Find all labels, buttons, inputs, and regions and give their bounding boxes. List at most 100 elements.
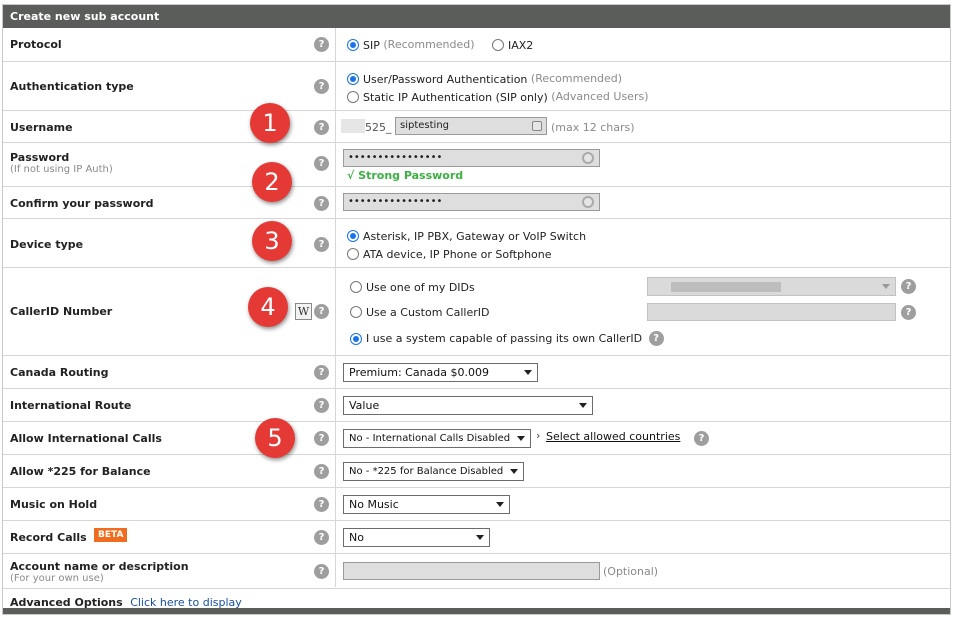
blurred-prefix — [341, 119, 365, 133]
radio-did[interactable] — [350, 281, 362, 293]
custom-callerid-input[interactable] — [647, 303, 896, 321]
confirm-password-label: Confirm your password — [10, 197, 154, 210]
international-route-select[interactable]: Value — [343, 396, 593, 415]
record-calls-select[interactable]: No — [343, 528, 490, 547]
account-name-label: Account name or description (For your ow… — [10, 560, 189, 584]
password-strength: √ Strong Password — [347, 169, 464, 182]
annotation-badge-2: 2 — [252, 162, 292, 202]
password-sublabel: (If not using IP Auth) — [10, 164, 113, 175]
did-help-icon[interactable]: ? — [901, 279, 916, 294]
confirm-password-help-icon[interactable]: ? — [314, 196, 329, 211]
chevron-down-icon — [496, 502, 504, 507]
international-route-help-icon[interactable]: ? — [314, 398, 329, 413]
account-name-help-icon[interactable]: ? — [314, 564, 329, 579]
music-on-hold-label: Music on Hold — [10, 498, 98, 511]
chevron-down-icon — [517, 436, 525, 441]
callerid-option-system[interactable]: I use a system capable of passing its ow… — [350, 331, 664, 346]
row-canada-routing: Canada Routing ? Premium: Canada $0.009 — [3, 356, 950, 389]
protocol-option-iax2[interactable]: IAX2 — [492, 38, 533, 52]
account-name-input[interactable] — [343, 562, 600, 580]
device-option-ata[interactable]: ATA device, IP Phone or Softphone — [347, 247, 552, 261]
row-callerid: CallerID Number W ? Use one of my DIDs ?… — [3, 268, 950, 356]
chevron-down-icon — [882, 284, 890, 289]
device-option-pbx[interactable]: Asterisk, IP PBX, Gateway or VoIP Switch — [347, 229, 586, 243]
radio-iax2[interactable] — [492, 39, 504, 51]
allow-225-select[interactable]: No - *225 for Balance Disabled — [343, 462, 524, 481]
row-password: Password (If not using IP Auth) ? ••••••… — [3, 143, 950, 187]
allow-225-label: Allow *225 for Balance — [10, 465, 151, 478]
radio-static-ip[interactable] — [347, 91, 359, 103]
chevron-down-icon — [579, 403, 587, 408]
auth-type-label: Authentication type — [10, 80, 134, 93]
radio-custom[interactable] — [350, 306, 362, 318]
allow-225-help-icon[interactable]: ? — [314, 464, 329, 479]
password-label: Password (If not using IP Auth) — [10, 151, 113, 175]
callerid-option-did[interactable]: Use one of my DIDs — [350, 280, 475, 294]
sub-account-form: Create new sub account Protocol ? SIP (R… — [2, 4, 951, 615]
password-help-icon[interactable]: ? — [314, 156, 329, 171]
custom-callerid-help-icon[interactable]: ? — [901, 305, 916, 320]
canada-routing-help-icon[interactable]: ? — [314, 365, 329, 380]
row-device-type: Device type ? Asterisk, IP PBX, Gateway … — [3, 219, 950, 268]
form-header: Create new sub account — [3, 5, 950, 28]
annotation-badge-4: 4 — [248, 287, 288, 327]
username-input[interactable]: siptesting — [395, 117, 547, 135]
row-auth-type: Authentication type ? User/Password Auth… — [3, 62, 950, 111]
music-on-hold-help-icon[interactable]: ? — [314, 497, 329, 512]
row-account-name: Account name or description (For your ow… — [3, 554, 950, 589]
password-key-icon — [582, 152, 594, 164]
account-name-hint: (Optional) — [603, 565, 659, 578]
auth-option-userpass[interactable]: User/Password Authentication (Recommende… — [347, 72, 622, 86]
music-on-hold-select[interactable]: No Music — [343, 495, 510, 514]
callerid-help-icon[interactable]: ? — [314, 304, 329, 319]
allow-international-help-icon[interactable]: ? — [314, 431, 329, 446]
radio-userpass[interactable] — [347, 73, 359, 85]
select-countries-link[interactable]: Select allowed countries — [546, 430, 680, 443]
row-record-calls: Record Calls BETA ? No — [3, 521, 950, 554]
record-calls-help-icon[interactable]: ? — [314, 530, 329, 545]
link-chevron: › — [536, 429, 541, 442]
allow-international-label: Allow International Calls — [10, 432, 162, 445]
callerid-label: CallerID Number — [10, 305, 113, 318]
canada-routing-select[interactable]: Premium: Canada $0.009 — [343, 363, 538, 382]
row-allow-225: Allow *225 for Balance ? No - *225 for B… — [3, 455, 950, 488]
annotation-badge-3: 3 — [252, 221, 292, 261]
row-username: Username ? 525_ siptesting (max 12 chars… — [3, 111, 950, 143]
record-calls-label: Record Calls — [10, 531, 87, 544]
device-type-help-icon[interactable]: ? — [314, 237, 329, 252]
chevron-down-icon — [476, 535, 484, 540]
radio-pbx[interactable] — [347, 230, 359, 242]
radio-ata[interactable] — [347, 248, 359, 260]
chevron-down-icon — [524, 370, 532, 375]
protocol-label: Protocol — [10, 38, 62, 51]
password-input[interactable]: •••••••••••••••• — [343, 149, 600, 167]
row-international-route: International Route ? Value — [3, 389, 950, 422]
system-callerid-help-icon[interactable]: ? — [648, 331, 664, 346]
confirm-password-input[interactable]: •••••••••••••••• — [343, 193, 600, 211]
beta-badge: BETA — [94, 528, 128, 542]
radio-sip[interactable] — [347, 39, 359, 51]
username-hint: (max 12 chars) — [551, 121, 635, 134]
lock-icon — [532, 121, 542, 131]
blurred-did — [671, 282, 781, 292]
wiki-icon[interactable]: W — [295, 303, 312, 320]
username-label: Username — [10, 121, 73, 134]
confirm-key-icon — [582, 196, 594, 208]
auth-type-help-icon[interactable]: ? — [314, 79, 329, 94]
row-allow-international: Allow International Calls ? No - Interna… — [3, 422, 950, 455]
annotation-badge-1: 1 — [250, 103, 290, 143]
protocol-help-icon[interactable]: ? — [314, 37, 329, 52]
annotation-badge-5: 5 — [255, 418, 295, 458]
did-select[interactable] — [647, 277, 896, 296]
form-footer-bar — [3, 608, 950, 614]
device-type-label: Device type — [10, 238, 84, 251]
radio-system[interactable] — [350, 332, 362, 345]
protocol-option-sip[interactable]: SIP (Recommended) — [347, 38, 475, 52]
allow-international-select[interactable]: No - International Calls Disabled — [343, 429, 531, 448]
international-route-label: International Route — [10, 399, 132, 412]
callerid-option-custom[interactable]: Use a Custom CallerID — [350, 305, 489, 319]
username-help-icon[interactable]: ? — [314, 120, 329, 135]
countries-help-icon[interactable]: ? — [694, 431, 709, 446]
auth-option-static-ip[interactable]: Static IP Authentication (SIP only) (Adv… — [347, 90, 649, 104]
row-protocol: Protocol ? SIP (Recommended) IAX2 — [3, 28, 950, 62]
